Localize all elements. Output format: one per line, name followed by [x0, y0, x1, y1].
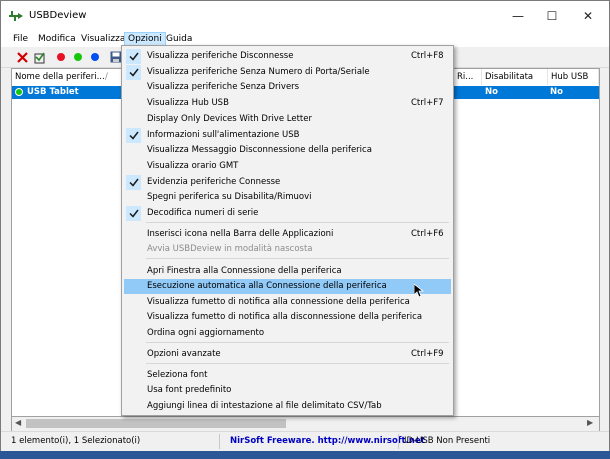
menu-item-shortcut: Ctrl+F9	[411, 349, 444, 359]
menu-item-label: Opzioni avanzate	[147, 349, 221, 359]
menu-item-label: Visualizza fumetto di notifica alla disc…	[147, 312, 423, 322]
properties-icon[interactable]	[88, 50, 102, 64]
menu-item[interactable]: Visualizza fumetto di notifica alla disc…	[124, 310, 451, 325]
menu-item-label: Usa font predefinito	[147, 385, 232, 395]
usb-app-icon	[9, 11, 23, 21]
menu-separator	[146, 258, 449, 259]
menu-item[interactable]: Visualizza periferiche Disconnesse Ctrl+F…	[124, 49, 451, 64]
delete-icon[interactable]	[15, 50, 29, 64]
checkmark-icon	[126, 65, 141, 80]
menu-item-label: Visualizza periferiche Senza Drivers	[147, 82, 300, 92]
checkmark-icon	[126, 206, 141, 221]
menu-item-label: Visualizza periferiche Senza Numero di P…	[147, 67, 370, 77]
checkmark-icon	[126, 128, 141, 143]
menu-item-label: Informazioni sull'alimentazione USB	[147, 130, 300, 140]
menu-item[interactable]: Evidenzia periferiche Connesse	[124, 175, 451, 190]
menu-item[interactable]: Informazioni sull'alimentazione USB	[124, 128, 451, 143]
menu-item[interactable]: Spegni periferica su Disabilita/Rimuovi	[124, 190, 451, 205]
menu-item-label: Display Only Devices With Drive Letter	[147, 114, 312, 124]
menu-item[interactable]: Inserisci icona nella Barra delle Applic…	[124, 227, 451, 242]
menu-item[interactable]: Opzioni avanzate Ctrl+F9	[124, 347, 451, 362]
menu-item-label: Avvia USBDeview in modalità nascosta	[147, 244, 313, 254]
menu-item: Avvia USBDeview in modalità nascosta	[124, 242, 451, 257]
status-bar: 1 elemento(i), 1 Selezionato(i) NirSoft …	[1, 431, 609, 451]
cell-hub-usb: No	[550, 87, 563, 97]
column-header-hub-usb[interactable]: Hub USB	[548, 69, 599, 85]
close-button[interactable]: ✕	[567, 1, 609, 31]
menu-item[interactable]: Decodifica numeri di serie	[124, 206, 451, 221]
menu-item[interactable]: Visualizza orario GMT	[124, 159, 451, 174]
main-window: USBDeview — ☐ ✕ File Modifica Visualizza…	[0, 0, 610, 451]
scroll-right-icon[interactable]: ▶	[587, 418, 593, 427]
menu-separator	[146, 363, 449, 364]
disconnect-icon[interactable]	[54, 50, 68, 64]
sort-indicator: /	[105, 72, 108, 82]
options-menu-dropdown: Visualizza periferiche Disconnesse Ctrl+F…	[121, 45, 454, 416]
menu-item[interactable]: Apri Finestra alla Connessione della per…	[124, 264, 451, 279]
menu-separator	[146, 222, 449, 223]
menu-item-label: Visualizza fumetto di notifica alla conn…	[147, 297, 410, 307]
menu-item-label: Esecuzione automatica alla Connessione d…	[147, 281, 387, 291]
menu-item-label: Visualizza orario GMT	[147, 161, 239, 171]
menu-item-label: Decodifica numeri di serie	[147, 208, 259, 218]
menu-item-shortcut: Ctrl+F7	[411, 98, 444, 108]
menu-item[interactable]: Usa font predefinito	[124, 383, 451, 398]
menu-item-shortcut: Ctrl+F8	[411, 51, 444, 61]
status-credit-link[interactable]: NirSoft Freeware. http://www.nirsoft.net	[230, 436, 425, 446]
menu-item[interactable]: Seleziona font	[124, 368, 451, 383]
status-divider	[219, 434, 220, 449]
scroll-left-icon[interactable]: ◀	[15, 418, 21, 427]
menu-item[interactable]: Display Only Devices With Drive Letter	[124, 112, 451, 127]
menu-item-label: Ordina ogni aggiornamento	[147, 328, 265, 338]
menu-item-label: Aggiungi linea di intestazione al file d…	[147, 401, 382, 411]
menu-item-label: Visualizza Hub USB	[147, 98, 229, 108]
menu-item[interactable]: Visualizza periferiche Senza Drivers	[124, 80, 451, 95]
menu-item[interactable]: Esecuzione automatica alla Connessione d…	[124, 279, 451, 294]
column-header-nome[interactable]: Nome della periferi... /	[12, 69, 124, 85]
menu-item-label: Visualizza periferiche Disconnesse	[147, 51, 294, 61]
menu-separator	[146, 342, 449, 343]
menu-item[interactable]: Visualizza Messaggio Disconnessione dell…	[124, 143, 451, 158]
menu-modifica[interactable]: Modifica	[35, 33, 79, 46]
menu-item-label: Apri Finestra alla Connessione della per…	[147, 266, 342, 276]
status-divider	[398, 434, 399, 449]
status-count: 1 elemento(i), 1 Selezionato(i)	[11, 436, 141, 446]
menu-item[interactable]: Aggiungi linea di intestazione al file d…	[124, 399, 451, 414]
title-bar: USBDeview — ☐ ✕	[1, 1, 609, 31]
cell-device-name: USB Tablet	[27, 87, 79, 97]
mouse-cursor-icon	[414, 284, 424, 298]
menu-file[interactable]: File	[10, 33, 31, 46]
menu-item-shortcut: Ctrl+F6	[411, 229, 444, 239]
checkmark-icon	[126, 175, 141, 190]
menu-item-label: Visualizza Messaggio Disconnessione dell…	[147, 145, 372, 155]
menu-item-label: Seleziona font	[147, 370, 208, 380]
status-filter: ID-USB Non Presenti	[404, 436, 491, 446]
cell-disabilitata: No	[485, 87, 498, 97]
window-title: USBDeview	[29, 10, 87, 21]
menu-item[interactable]: Visualizza periferiche Senza Numero di P…	[124, 65, 451, 80]
menu-item-label: Spegni periferica su Disabilita/Rimuovi	[147, 192, 312, 202]
column-header-disabilitata[interactable]: Disabilitata	[482, 69, 548, 85]
checkmark-icon	[126, 49, 141, 64]
menu-item[interactable]: Visualizza fumetto di notifica alla conn…	[124, 295, 451, 310]
connect-icon[interactable]	[71, 50, 85, 64]
menu-item[interactable]: Visualizza Hub USB Ctrl+F7	[124, 96, 451, 111]
menu-item[interactable]: Ordina ogni aggiornamento	[124, 326, 451, 341]
scrollbar-thumb[interactable]	[26, 419, 286, 428]
uninstall-icon[interactable]	[32, 50, 46, 64]
menu-item-label: Evidenzia periferiche Connesse	[147, 177, 281, 187]
horizontal-scrollbar[interactable]: ◀ ▶	[11, 417, 600, 431]
column-header-ri[interactable]: Ri...	[454, 69, 482, 85]
column-label-nome: Nome della periferi...	[15, 72, 105, 82]
menu-item-label: Inserisci icona nella Barra delle Applic…	[147, 229, 334, 239]
connected-status-icon	[15, 88, 23, 96]
